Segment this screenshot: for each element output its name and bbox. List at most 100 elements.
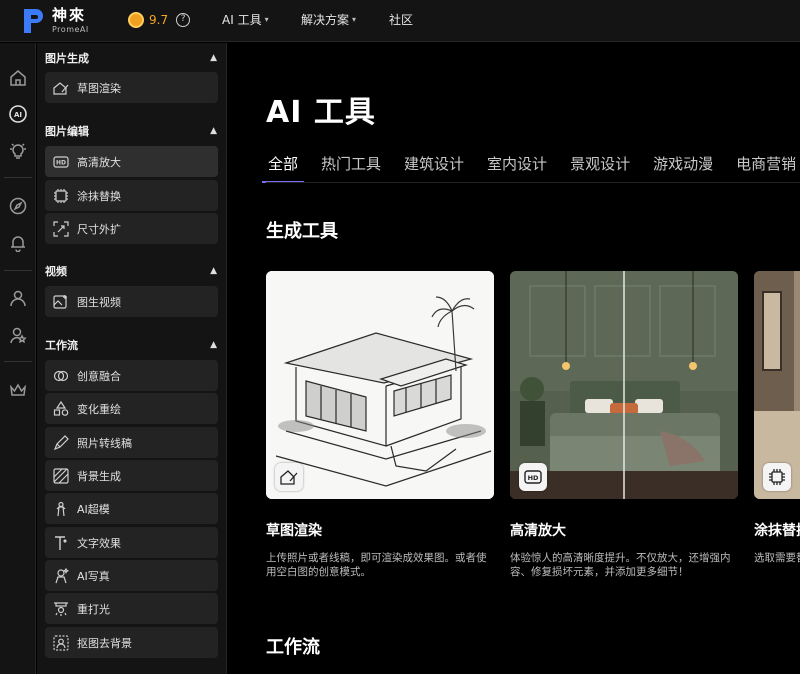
credits-score[interactable]: 9.7 ? [128,10,191,30]
sidebar-item-label: 变化重绘 [77,402,121,416]
sidebar-section-image-generation[interactable]: 图片生成 ▲ [37,48,227,68]
nav-solutions-label: 解决方案 [301,13,350,27]
main-content: AI 工具 全部 热门工具 建筑设计 室内设计 景观设计 游戏动漫 电商营销 生… [228,43,800,674]
card-thumbnail[interactable] [266,271,494,499]
ai-icon[interactable]: AI [7,103,29,125]
sidebar-item-hd-upscale[interactable]: HD 高清放大 [45,146,218,177]
sidebar-item-label: 草图渲染 [77,81,121,95]
shapes-icon [53,400,69,417]
card-description: 选取需要替换的区域，输入描述即可。 [754,552,800,564]
chevron-down-icon: ▾ [264,15,269,24]
tabs-divider [266,182,800,183]
sidebar-item-image-to-video[interactable]: 图生视频 [45,286,218,317]
pen-icon [53,434,69,451]
sidebar-item-creative-fusion[interactable]: 创意融合 [45,360,218,391]
user-star-icon[interactable] [7,324,29,346]
text-effect-icon [53,535,69,551]
sidebar-item-brush-replace[interactable]: 涂抹替换 [45,180,218,211]
chevron-up-icon: ▲ [210,340,217,350]
sidebar-item-label: AI写真 [77,569,110,583]
sidebar-item-label: 抠图去背景 [77,636,132,650]
section-title: 工作流 [45,339,78,352]
page-title: AI 工具 [266,95,376,130]
sidebar-item-label: 文字效果 [77,536,121,550]
sketch-render-icon [53,80,69,96]
nav-community-label: 社区 [389,13,414,27]
bell-icon[interactable] [7,232,29,254]
card-description: 体验惊人的高清晰度提升。不仅放大，还增强内容、修复损坏元素，并添加更多细节！ [510,552,731,578]
icon-rail: AI [0,43,36,674]
top-bar: 神來 PromeAI 9.7 ? AI 工具 ▾ 解决方案 ▾ 社区 [0,0,800,42]
sidebar-item-background-gen[interactable]: 背景生成 [45,460,218,491]
sidebar-item-relight[interactable]: 重打光 [45,593,218,624]
tab-ecommerce[interactable]: 电商营销 [734,153,798,181]
tab-game-anime[interactable]: 游戏动漫 [651,153,715,181]
chevron-up-icon: ▲ [210,266,217,276]
user-icon[interactable] [7,287,29,309]
coin-icon [128,12,144,28]
remove-bg-icon [53,634,69,651]
portrait-icon [53,567,69,584]
sketch-render-icon [275,463,303,491]
sidebar-item-label: 照片转线稿 [77,436,132,450]
tool-card-brush-replace[interactable]: 涂抹替换 选取需要替换的区域，输入描述即可。 [754,271,800,564]
sidebar-item-expand[interactable]: 尺寸外扩 [45,213,218,244]
card-title: 高清放大 [510,523,566,539]
card-thumbnail[interactable]: HD [510,271,738,499]
tab-all[interactable]: 全部 [261,153,305,183]
chevron-down-icon: ▾ [352,15,357,24]
fusion-icon [53,368,69,384]
sidebar-item-label: 尺寸外扩 [77,222,121,236]
sidebar-item-variation-redraw[interactable]: 变化重绘 [45,393,218,424]
tab-architecture[interactable]: 建筑设计 [402,153,466,181]
brush-replace-icon [763,463,791,491]
sidebar-item-text-effect[interactable]: 文字效果 [45,527,218,558]
nav-ai-tools[interactable]: AI 工具 ▾ [222,11,269,28]
sidebar-section-image-editing[interactable]: 图片编辑 ▲ [37,121,227,141]
hd-icon: HD [519,463,547,491]
image-video-icon [53,294,69,310]
category-tabs: 全部 热门工具 建筑设计 室内设计 景观设计 游戏动漫 电商营销 [261,153,800,183]
sidebar-item-label: AI超模 [77,502,110,516]
credits-value: 9.7 [149,13,169,27]
help-icon[interactable]: ? [176,13,191,27]
sidebar-item-photo-to-lineart[interactable]: 照片转线稿 [45,427,218,458]
card-title: 涂抹替换 [754,523,800,539]
home-icon[interactable] [7,67,29,89]
tab-interior[interactable]: 室内设计 [485,153,549,181]
sidebar-item-label: 涂抹替换 [77,189,121,203]
section-title: 视频 [45,265,67,278]
tool-card-sketch-render[interactable]: 草图渲染 上传照片或者线稿，即可渲染成效果图。或者使用空白图的创意模式。 [266,271,494,578]
svg-text:AI: AI [14,111,22,119]
background-icon [53,467,69,484]
sidebar-section-workflow[interactable]: 工作流 ▲ [37,335,227,355]
sidebar-item-label: 图生视频 [77,295,121,309]
svg-text:HD: HD [56,159,66,166]
logo-mark-icon [24,9,43,33]
relight-icon [53,601,69,617]
sidebar-section-video[interactable]: 视频 ▲ [37,261,227,281]
section-title-workflow: 工作流 [266,637,320,658]
card-thumbnail[interactable] [754,271,800,499]
bulb-icon[interactable] [7,140,29,162]
sidebar-item-ai-portrait[interactable]: AI写真 [45,560,218,591]
sidebar-item-ai-model[interactable]: AI超模 [45,493,218,524]
section-title: 图片生成 [45,52,89,65]
brand-name-en: PromeAI [52,25,89,34]
nav-community[interactable]: 社区 [389,11,413,28]
sidebar-item-label: 高清放大 [77,155,121,169]
model-icon [53,501,69,517]
tool-sidebar: 图片生成 ▲ 草图渲染 图片编辑 ▲ HD 高清放大 涂抹替换 尺寸外扩 视频 … [37,43,227,674]
crown-icon[interactable] [7,379,29,401]
sidebar-item-label: 创意融合 [77,369,121,383]
brush-replace-icon [53,188,69,204]
section-title-generate: 生成工具 [266,221,338,242]
tool-card-hd-upscale[interactable]: HD 高清放大 体验惊人的高清晰度提升。不仅放大，还增强内容、修复损坏元素，并添… [510,271,738,578]
nav-solutions[interactable]: 解决方案 ▾ [301,11,356,28]
compass-icon[interactable] [7,195,29,217]
sidebar-item-remove-background[interactable]: 抠图去背景 [45,627,218,658]
sidebar-item-sketch-render[interactable]: 草图渲染 [45,72,218,103]
tab-popular[interactable]: 热门工具 [319,153,383,181]
tab-landscape[interactable]: 景观设计 [568,153,632,181]
section-title: 图片编辑 [45,125,89,138]
